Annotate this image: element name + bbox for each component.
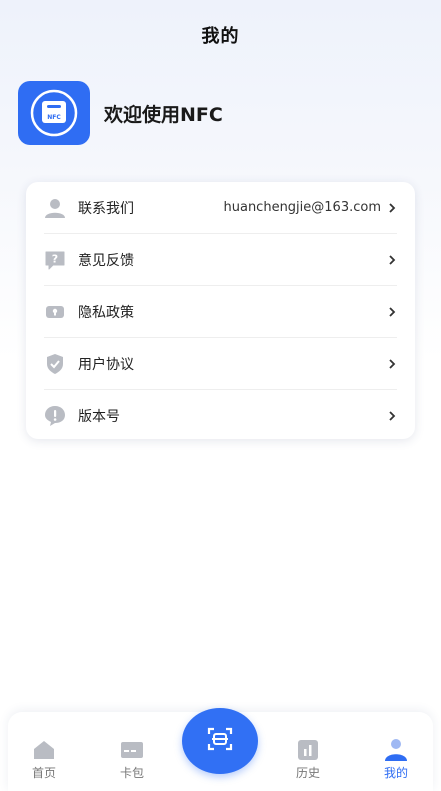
welcome-text: 欢迎使用NFC (104, 103, 223, 126)
tab-label: 首页 (31, 766, 56, 780)
contact-email: huanchengjie@163.com (223, 200, 382, 215)
logo-text: NFC (47, 114, 61, 121)
chevron-right-icon (387, 202, 397, 213)
tab-home[interactable]: 首页 (8, 712, 80, 791)
privacy-lock-icon (44, 301, 66, 323)
menu-label: 隐私政策 (78, 304, 134, 321)
exclamation-bubble-icon (44, 405, 66, 427)
chevron-right-icon (387, 358, 397, 369)
menu-label: 用户协议 (78, 356, 134, 373)
tab-label: 我的 (383, 766, 408, 780)
tab-label: 历史 (295, 766, 320, 780)
menu-item-privacy[interactable]: 隐私政策 (44, 286, 397, 338)
profile-header: NFC 欢迎使用NFC (18, 80, 223, 146)
question-bubble-icon: ? (44, 249, 66, 271)
menu-item-contact[interactable]: 联系我们 huanchengjie@163.com (44, 182, 397, 234)
svg-text:?: ? (52, 252, 58, 265)
tab-profile[interactable]: 我的 (360, 712, 432, 791)
user-icon (44, 197, 66, 219)
menu-item-agreement[interactable]: 用户协议 (44, 338, 397, 390)
shield-check-icon (44, 353, 66, 375)
menu-item-version[interactable]: 版本号 (44, 390, 397, 441)
chevron-right-icon (387, 254, 397, 265)
menu-item-feedback[interactable]: ? 意见反馈 (44, 234, 397, 286)
scan-button[interactable] (182, 708, 258, 774)
history-icon (296, 738, 320, 762)
tab-history[interactable]: 历史 (272, 712, 344, 791)
nfc-logo-icon: NFC (18, 81, 90, 145)
menu-label: 联系我们 (78, 200, 134, 217)
scan-icon (206, 725, 234, 757)
chevron-right-icon (387, 410, 397, 421)
card-icon (120, 738, 144, 762)
page-title: 我的 (201, 26, 240, 47)
menu-label: 版本号 (78, 408, 120, 425)
tab-label: 卡包 (119, 766, 144, 780)
menu-label: 意见反馈 (78, 252, 134, 269)
top-bar: 我的 (0, 0, 441, 66)
profile-icon (384, 738, 408, 762)
tab-cards[interactable]: 卡包 (96, 712, 168, 791)
settings-menu: 联系我们 huanchengjie@163.com ? 意见反馈 隐私政策 用户… (26, 182, 415, 439)
home-icon (32, 738, 56, 762)
chevron-right-icon (387, 306, 397, 317)
